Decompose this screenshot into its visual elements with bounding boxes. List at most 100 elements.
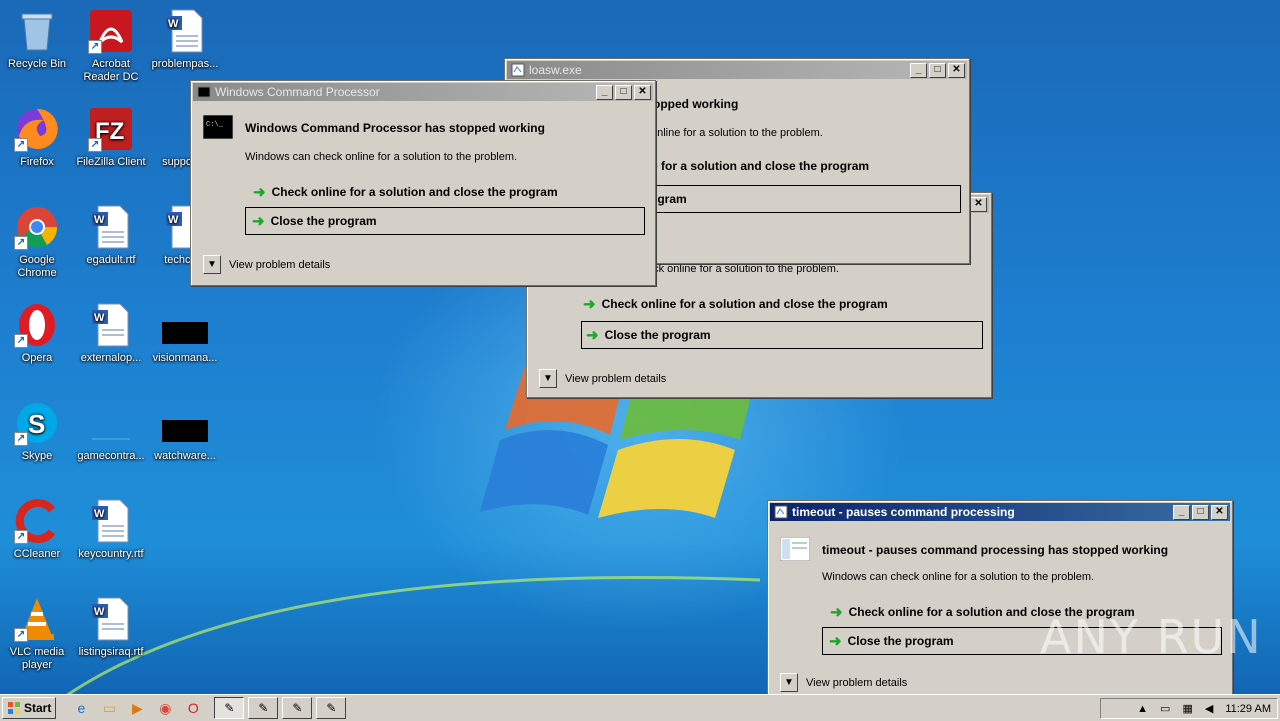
wallpaper-swoosh — [60, 576, 760, 700]
dialog-headline: timeout - pauses command processing has … — [822, 543, 1169, 557]
taskbar-button-app[interactable]: ✎ — [248, 697, 279, 719]
tray-chevron-up-icon[interactable]: ▲ — [1137, 703, 1148, 715]
desktop-icon-label: keycountry.rtf — [78, 548, 144, 560]
close-icon[interactable]: ✕ — [948, 62, 965, 78]
green-arrow-icon: ➜ — [586, 327, 599, 344]
system-tray: ▲ ▭ ▦ ◀ 11:29 AM — [1100, 698, 1278, 719]
view-problem-details[interactable]: ▼ View problem details — [539, 369, 666, 388]
dialog-titlebar[interactable]: Windows Command Processor _ □ ✕ — [193, 83, 653, 101]
check-online-option[interactable]: ➜ Check online for a solution and close … — [253, 183, 558, 201]
desktop-icon-listingsiraq[interactable]: W listingsiraq.rtf — [74, 596, 148, 659]
error-dialog-timeout[interactable]: timeout - pauses command processing _ □ … — [767, 500, 1233, 704]
check-online-option[interactable]: ➜ Check online for a solution and close … — [583, 295, 888, 313]
svg-text:S: S — [28, 409, 45, 439]
word-document-icon: W — [88, 204, 134, 250]
dialog-title: loasw.exe — [529, 63, 582, 77]
app-icon — [774, 505, 788, 519]
close-icon[interactable]: ✕ — [634, 84, 651, 100]
desktop-icon-label: visionmana... — [152, 352, 218, 364]
shortcut-arrow-icon: ↗ — [14, 432, 28, 446]
svg-text:C:\_: C:\_ — [206, 121, 224, 129]
maximize-icon[interactable]: □ — [1192, 504, 1209, 520]
desktop-icon-recycle-bin[interactable]: Recycle Bin — [0, 8, 74, 71]
file-icon — [88, 400, 134, 446]
taskbar-button-app[interactable]: ✎ — [282, 697, 313, 719]
desktop-icon-opera[interactable]: ↗ Opera — [0, 302, 74, 365]
desktop-icon-keycountry[interactable]: W keycountry.rtf — [74, 498, 148, 561]
desktop-icon-watchware[interactable]: watchware... — [148, 400, 222, 463]
shortcut-arrow-icon: ↗ — [88, 138, 102, 152]
close-program-option[interactable]: ➜ Close the program — [245, 207, 645, 235]
close-program-option[interactable]: ogram — [645, 185, 961, 213]
minimize-icon[interactable]: _ — [596, 84, 613, 100]
chevron-down-icon[interactable]: ▼ — [539, 369, 557, 388]
ie-icon[interactable]: e — [70, 698, 92, 718]
desktop-icon-label: watchware... — [154, 450, 216, 462]
desktop-icon-externalop[interactable]: W externalop... — [74, 302, 148, 365]
green-arrow-icon: ➜ — [253, 184, 266, 201]
desktop-icon-label: VLC media player — [9, 646, 65, 671]
acrobat-icon: ↗ — [88, 8, 134, 54]
media-player-icon[interactable]: ▶ — [126, 698, 148, 718]
dialog-titlebar[interactable]: loasw.exe _ □ ✕ — [507, 61, 967, 79]
close-icon[interactable]: ✕ — [1211, 504, 1228, 520]
skype-icon: S ↗ — [14, 400, 60, 446]
dialog-subtext: Windows can check online for a solution … — [245, 151, 518, 163]
chevron-down-icon[interactable]: ▼ — [203, 255, 221, 274]
chrome-icon[interactable]: ◉ — [154, 698, 176, 718]
maximize-icon[interactable]: □ — [929, 62, 946, 78]
desktop-icon-egadult[interactable]: W egadult.rtf — [74, 204, 148, 267]
ccleaner-icon: ↗ — [14, 498, 60, 544]
check-online-option[interactable]: e for a solution and close the program — [651, 159, 869, 173]
desktop-icon-gamecontra[interactable]: gamecontra... — [74, 400, 148, 463]
green-arrow-icon: ➜ — [829, 633, 842, 650]
start-button[interactable]: Start — [2, 697, 57, 719]
chevron-down-icon[interactable]: ▼ — [780, 673, 798, 692]
word-document-icon: W — [88, 498, 134, 544]
view-problem-details[interactable]: ▼ View problem details — [780, 673, 907, 692]
close-program-option[interactable]: ➜ Close the program — [581, 321, 983, 349]
maximize-icon[interactable]: □ — [615, 84, 632, 100]
desktop-icon-label: externalop... — [80, 352, 142, 364]
minimize-icon[interactable]: _ — [910, 62, 927, 78]
desktop-icon-problempas[interactable]: W problempas... — [148, 8, 222, 71]
desktop-icon-vlc[interactable]: ↗ VLC media player — [0, 596, 74, 672]
desktop-icon-firefox[interactable]: ↗ Firefox — [0, 106, 74, 169]
app-large-icon — [779, 536, 811, 564]
svg-text:W: W — [94, 312, 105, 324]
error-dialog-cmd[interactable]: Windows Command Processor _ □ ✕ C:\_ Win… — [190, 80, 656, 286]
desktop-icon-label: egadult.rtf — [86, 254, 136, 266]
opera-icon: ↗ — [14, 302, 60, 348]
desktop-icon-label: Google Chrome — [17, 254, 57, 279]
desktop-icon-label: problempas... — [151, 58, 219, 70]
desktop-icon-ccleaner[interactable]: ↗ CCleaner — [0, 498, 74, 561]
desktop-icon-label: CCleaner — [13, 548, 61, 560]
opera-icon[interactable]: O — [182, 698, 204, 718]
tray-network-icon[interactable]: ▦ — [1182, 702, 1192, 715]
shortcut-arrow-icon: ↗ — [14, 236, 28, 250]
green-arrow-icon: ➜ — [252, 213, 265, 230]
taskbar-button-app[interactable]: ✎ — [214, 697, 245, 719]
taskbar-button-app[interactable]: ✎ — [316, 697, 347, 719]
desktop-icon-chrome[interactable]: ↗ Google Chrome — [0, 204, 74, 280]
dialog-titlebar[interactable]: timeout - pauses command processing _ □ … — [770, 503, 1230, 521]
view-problem-details[interactable]: ▼ View problem details — [203, 255, 330, 274]
word-document-icon: W — [88, 302, 134, 348]
folder-icon[interactable]: ▭ — [98, 698, 120, 718]
app-icon — [511, 63, 525, 77]
tray-folder-icon[interactable]: ▭ — [1160, 702, 1170, 715]
recycle-bin-icon — [14, 8, 60, 54]
chrome-icon: ↗ — [14, 204, 60, 250]
desktop-icon-visionmana[interactable]: visionmana... — [148, 302, 222, 365]
desktop-icon-filezilla[interactable]: FZ ↗ FileZilla Client — [74, 106, 148, 169]
desktop-icon-label: Recycle Bin — [7, 58, 67, 70]
minimize-icon[interactable]: _ — [1173, 504, 1190, 520]
desktop-icon-acrobat[interactable]: ↗ Acrobat Reader DC — [74, 8, 148, 84]
desktop-icon-label: Acrobat Reader DC — [83, 58, 139, 83]
close-icon[interactable]: ✕ — [970, 196, 987, 212]
tray-clock[interactable]: 11:29 AM — [1225, 703, 1271, 715]
dialog-headline: Windows Command Processor has stopped wo… — [245, 121, 545, 135]
desktop-icon-skype[interactable]: S ↗ Skype — [0, 400, 74, 463]
desktop-icon-label: FileZilla Client — [76, 156, 146, 168]
tray-volume-icon[interactable]: ◀ — [1205, 702, 1213, 715]
